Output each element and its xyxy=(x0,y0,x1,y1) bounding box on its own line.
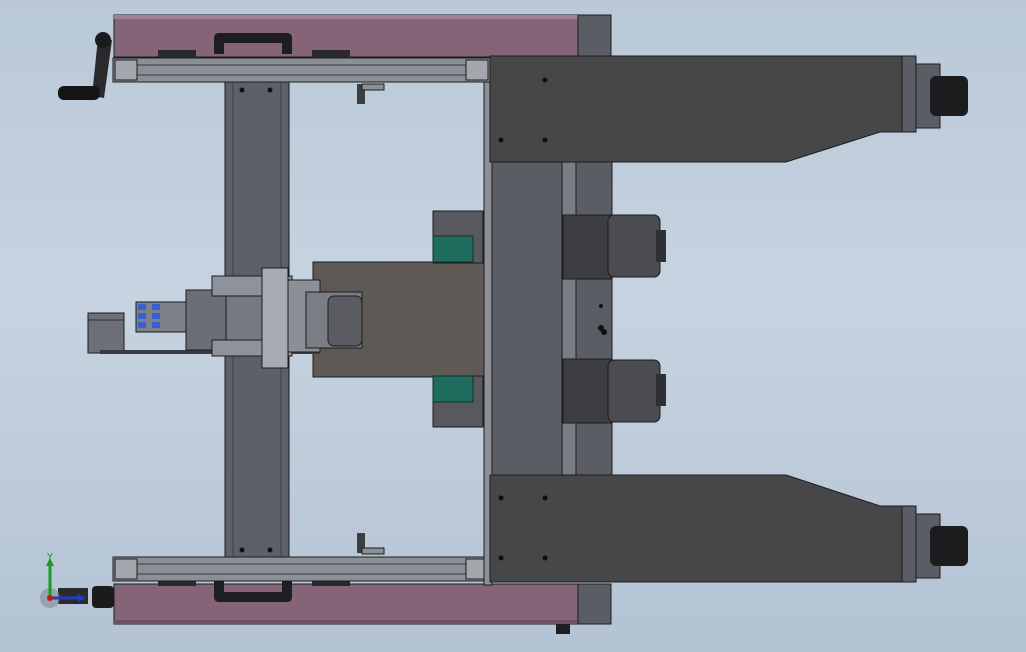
top-clamp xyxy=(357,83,385,104)
crank-handle-icon[interactable] xyxy=(58,32,112,100)
caster-wheel-icon[interactable] xyxy=(915,63,968,129)
bottom-arm[interactable] xyxy=(489,474,917,583)
bottom-rail xyxy=(112,556,492,582)
top-green-roller[interactable] xyxy=(432,210,484,264)
motor-icon[interactable] xyxy=(562,214,666,280)
bottom-green-roller[interactable] xyxy=(432,375,484,428)
cad-viewport[interactable]: Y xyxy=(0,0,1026,652)
caster-wheel-icon[interactable] xyxy=(915,513,968,579)
bottom-frame-beam[interactable] xyxy=(113,578,612,634)
top-arm[interactable] xyxy=(489,55,917,163)
triad-y-label: Y xyxy=(47,552,54,563)
top-frame-beam[interactable] xyxy=(113,14,612,58)
assembly-model[interactable] xyxy=(0,0,1026,652)
bottom-clamp xyxy=(357,533,385,555)
motor-icon[interactable] xyxy=(562,358,666,424)
top-rail xyxy=(112,57,492,83)
